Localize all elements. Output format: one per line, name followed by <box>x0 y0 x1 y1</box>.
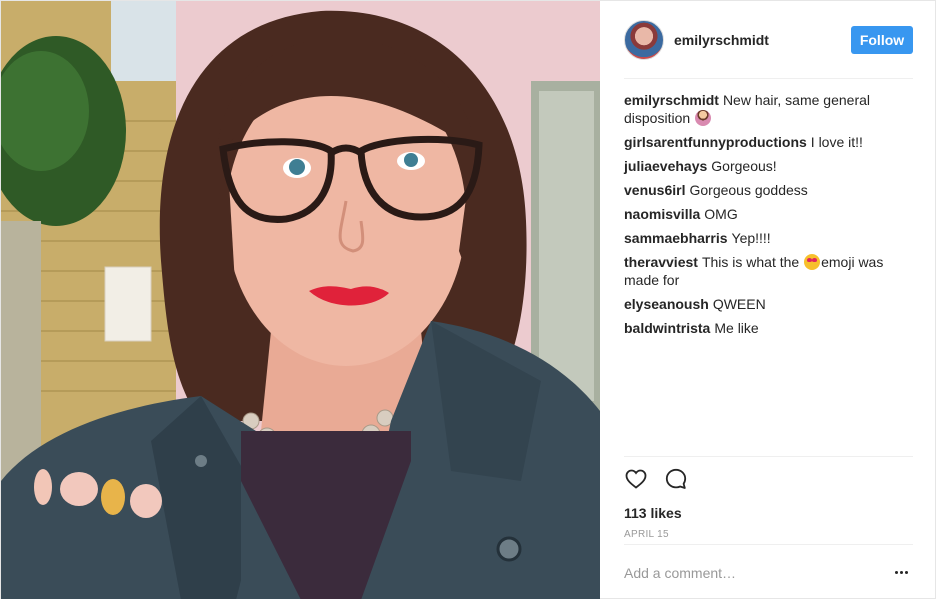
avatar[interactable] <box>624 20 664 60</box>
comment-text: Gorgeous! <box>711 158 777 174</box>
add-comment-bar <box>624 544 913 599</box>
list-item: theravviest This is what the emoji was ma… <box>624 253 914 289</box>
comment-author[interactable]: juliaevehays <box>624 158 707 174</box>
list-item: baldwintrista Me like <box>624 319 914 337</box>
post-actions: 113 likes APRIL 15 <box>624 456 913 540</box>
username[interactable]: emilyrschmidt <box>674 32 851 48</box>
list-item: elyseanoush QWEEN <box>624 295 914 313</box>
post-date[interactable]: APRIL 15 <box>624 529 913 540</box>
comment-text: QWEEN <box>712 296 766 312</box>
comment-text: I love it!! <box>810 134 863 150</box>
comment-text: Me like <box>714 320 759 336</box>
heart-eyes-emoji-icon <box>804 254 821 270</box>
comment-text-before: This is what the <box>701 254 800 270</box>
comment-author[interactable]: baldwintrista <box>624 320 710 336</box>
person-tipping-hand-emoji-icon <box>695 110 712 126</box>
like-count[interactable]: 113 likes <box>624 505 913 521</box>
comment-author[interactable]: venus6irl <box>624 182 685 198</box>
action-bar <box>624 467 913 491</box>
comment-input[interactable] <box>624 564 889 581</box>
more-options-icon[interactable] <box>889 561 913 585</box>
comment-author[interactable]: girlsarentfunnyproductions <box>624 134 807 150</box>
instagram-post: emilyrschmidt Follow emilyrschmidt New ha… <box>0 0 936 599</box>
comment-bubble-icon[interactable] <box>664 467 688 491</box>
comment-text: Gorgeous goddess <box>689 182 808 198</box>
post-photo[interactable] <box>1 1 600 599</box>
comment-text: OMG <box>704 206 738 222</box>
caption: emilyrschmidt New hair, same general disp… <box>624 91 914 127</box>
list-item: sammaebharris Yep!!!! <box>624 229 914 247</box>
follow-button[interactable]: Follow <box>851 26 913 54</box>
comment-text: Yep!!!! <box>731 230 771 246</box>
comment-author[interactable]: emilyrschmidt <box>624 92 719 108</box>
comment-author[interactable]: theravviest <box>624 254 698 270</box>
comment-author[interactable]: sammaebharris <box>624 230 728 246</box>
heart-icon[interactable] <box>624 467 648 491</box>
comment-list: emilyrschmidt New hair, same general disp… <box>624 91 914 343</box>
list-item: venus6irl Gorgeous goddess <box>624 181 914 199</box>
list-item: girlsarentfunnyproductions I love it!! <box>624 133 914 151</box>
comment-author[interactable]: elyseanoush <box>624 296 709 312</box>
comment-author[interactable]: naomisvilla <box>624 206 700 222</box>
post-side-panel: emilyrschmidt Follow emilyrschmidt New ha… <box>600 1 936 599</box>
list-item: naomisvilla OMG <box>624 205 914 223</box>
post-header: emilyrschmidt Follow <box>600 1 936 79</box>
selfie-image <box>1 1 600 599</box>
list-item: juliaevehays Gorgeous! <box>624 157 914 175</box>
